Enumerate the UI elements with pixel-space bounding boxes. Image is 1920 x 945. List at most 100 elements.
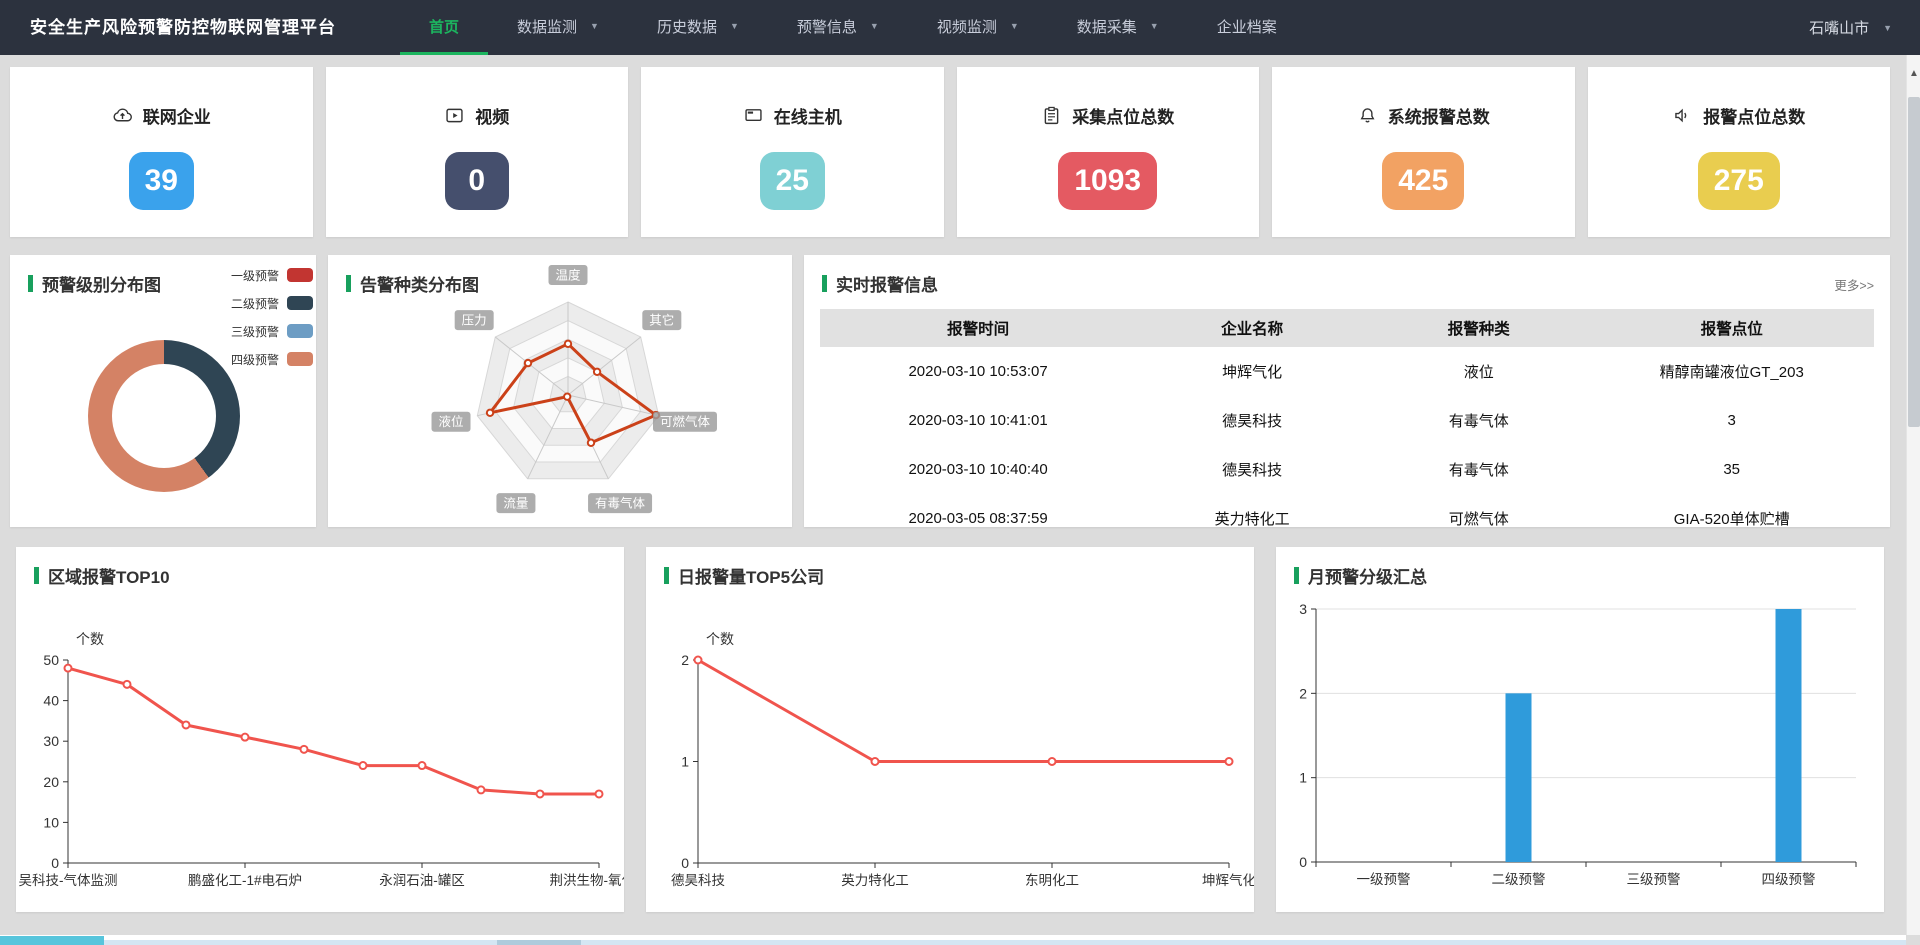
bar bbox=[1776, 609, 1802, 862]
panel-title-text: 日报警量TOP5公司 bbox=[678, 563, 824, 588]
chart-text: 英力特化工 bbox=[841, 872, 909, 888]
table-cell: 有毒气体 bbox=[1368, 445, 1589, 494]
chart-text: 坤辉气化 bbox=[1202, 873, 1254, 888]
legend-item[interactable]: 二级预警 bbox=[231, 289, 313, 317]
chart-text: 10 bbox=[43, 814, 59, 830]
city-selector[interactable]: 石嘴山市 ▼ bbox=[1809, 0, 1892, 55]
chart-text: 个数 bbox=[706, 631, 734, 647]
panel-realtime-alarms: 实时报警信息 更多>> 报警时间企业名称报警种类报警点位 2020-03-10 … bbox=[804, 255, 1890, 527]
stat-card-value-badge: 1093 bbox=[1058, 152, 1157, 210]
horizontal-scrollbar[interactable] bbox=[0, 935, 1906, 945]
chart-text: 2 bbox=[1299, 685, 1307, 701]
table-column-header: 企业名称 bbox=[1136, 309, 1368, 347]
warning-level-donut-chart bbox=[88, 340, 240, 492]
stat-card-alarm-points-total: 报警点位总数275 bbox=[1588, 67, 1891, 237]
nav-item-history-data[interactable]: 历史数据▼ bbox=[628, 0, 768, 55]
clipboard-icon bbox=[1041, 105, 1062, 126]
stat-card-system-alarms-total: 系统报警总数425 bbox=[1272, 67, 1575, 237]
table-cell: 英力特化工 bbox=[1136, 494, 1368, 527]
chart-text: 0 bbox=[681, 855, 689, 871]
nav-item-data-collect[interactable]: 数据采集▼ bbox=[1048, 0, 1188, 55]
panel-daily-top5: 日报警量TOP5公司 0 1 2 个数德昊科技 英力特化工 东明化工 坤辉气化 bbox=[646, 547, 1254, 912]
stat-card-value-badge: 0 bbox=[445, 152, 509, 210]
nav-item-data-monitor[interactable]: 数据监测▼ bbox=[488, 0, 628, 55]
chart-text: 2 bbox=[681, 652, 689, 668]
chevron-down-icon: ▼ bbox=[1010, 21, 1019, 31]
monthly-warning-level-chart: 0123一级预警二级预警三级预警四级预警 bbox=[1276, 547, 1884, 912]
table-cell: 3 bbox=[1589, 396, 1874, 445]
table-cell: 德昊科技 bbox=[1136, 445, 1368, 494]
realtime-alarm-table: 报警时间企业名称报警种类报警点位 2020-03-10 10:53:07坤辉气化… bbox=[820, 309, 1874, 527]
panel-alarm-type-radar: 告警种类分布图 温度其它可燃气体有毒气体流量液位压力 bbox=[328, 255, 792, 527]
stat-card-label: 在线主机 bbox=[774, 103, 842, 128]
dashboard-app: 安全生产风险预警防控物联网管理平台 首页数据监测▼历史数据▼预警信息▼视频监测▼… bbox=[0, 0, 1920, 945]
legend-label: 二级预警 bbox=[231, 295, 279, 312]
legend-item[interactable]: 四级预警 bbox=[231, 345, 313, 373]
speaker-icon bbox=[1672, 105, 1693, 126]
bell-icon bbox=[1357, 105, 1378, 126]
nav-item-home[interactable]: 首页 bbox=[400, 0, 488, 55]
chart-text: 1 bbox=[681, 754, 689, 770]
stat-card-collect-points-total: 采集点位总数1093 bbox=[957, 67, 1260, 237]
chart-text: 30 bbox=[43, 733, 59, 749]
chevron-down-icon: ▼ bbox=[1883, 23, 1892, 33]
chart-text: 永润石油-罐区 bbox=[379, 873, 465, 888]
chart-text: 德昊科技 bbox=[671, 873, 725, 888]
table-row: 2020-03-10 10:40:40德昊科技有毒气体35 bbox=[820, 445, 1874, 494]
nav-item-enterprise-archive[interactable]: 企业档案 bbox=[1188, 0, 1306, 55]
region-top10-chart: 01020304050个数吴科技-气体监测鹏盛化工-1#电石炉永润石油-罐区荆洪… bbox=[16, 547, 624, 912]
chart-text: 0 bbox=[51, 855, 59, 871]
panel-title-text: 月预警分级汇总 bbox=[1308, 563, 1427, 588]
stat-cards-row: 联网企业39视频0在线主机25采集点位总数1093系统报警总数425报警点位总数… bbox=[10, 67, 1890, 237]
table-cell: 2020-03-05 08:37:59 bbox=[820, 494, 1136, 527]
panel-title-text: 告警种类分布图 bbox=[360, 271, 479, 296]
chart-text: 吴科技-气体监测 bbox=[19, 873, 118, 888]
legend-swatch bbox=[287, 324, 313, 338]
scroll-up-icon[interactable]: ▲ bbox=[1907, 69, 1920, 79]
title-accent-bar bbox=[28, 275, 33, 292]
panel-monthly-warning-level: 月预警分级汇总 0123一级预警二级预警三级预警四级预警 bbox=[1276, 547, 1884, 912]
legend-label: 一级预警 bbox=[231, 267, 279, 284]
city-label: 石嘴山市 bbox=[1809, 17, 1869, 38]
chart-text: 40 bbox=[43, 693, 59, 709]
chevron-down-icon: ▼ bbox=[590, 21, 599, 31]
table-cell: 2020-03-10 10:53:07 bbox=[820, 347, 1136, 396]
table-cell: 35 bbox=[1589, 445, 1874, 494]
donut-hole bbox=[112, 364, 216, 468]
chevron-down-icon: ▼ bbox=[1150, 21, 1159, 31]
table-cell: 有毒气体 bbox=[1368, 396, 1589, 445]
legend-item[interactable]: 三级预警 bbox=[231, 317, 313, 345]
table-cell: 可燃气体 bbox=[1368, 494, 1589, 527]
top-navbar: 安全生产风险预警防控物联网管理平台 首页数据监测▼历史数据▼预警信息▼视频监测▼… bbox=[0, 0, 1920, 55]
chart-text: 二级预警 bbox=[1492, 872, 1546, 887]
video-play-icon bbox=[444, 105, 465, 126]
chart-text: 1 bbox=[1299, 770, 1307, 786]
horizontal-scrollbar-thumb[interactable] bbox=[497, 940, 581, 945]
legend-item[interactable]: 一级预警 bbox=[231, 261, 313, 289]
horizontal-scrollbar-accent bbox=[0, 936, 104, 945]
chart-text: 有毒气体 bbox=[595, 496, 646, 511]
nav-menu: 首页数据监测▼历史数据▼预警信息▼视频监测▼数据采集▼企业档案 bbox=[400, 0, 1306, 55]
chart-text: 个数 bbox=[76, 631, 104, 647]
nav-item-video-monitor[interactable]: 视频监测 ▼ bbox=[908, 0, 1048, 55]
stat-card-label: 视频 bbox=[475, 103, 509, 128]
more-link[interactable]: 更多>> bbox=[1834, 275, 1874, 294]
chart-text: 20 bbox=[43, 774, 59, 790]
chevron-down-icon: ▼ bbox=[730, 21, 739, 31]
vertical-scrollbar-thumb[interactable] bbox=[1908, 97, 1920, 427]
stat-card-label: 联网企业 bbox=[143, 103, 211, 128]
chart-text: 温度 bbox=[555, 268, 581, 283]
nav-item-warning-info[interactable]: 预警信息▼ bbox=[768, 0, 908, 55]
donut-legend: 一级预警二级预警三级预警四级预警 bbox=[231, 261, 313, 373]
table-cell: 精醇南罐液位GT_203 bbox=[1589, 347, 1874, 396]
chart-text: 东明化工 bbox=[1025, 873, 1079, 888]
nav-item-label: 企业档案 bbox=[1217, 16, 1277, 37]
table-cell: 液位 bbox=[1368, 347, 1589, 396]
title-accent-bar bbox=[822, 275, 827, 292]
stat-card-online-enterprises: 联网企业39 bbox=[10, 67, 313, 237]
vertical-scrollbar[interactable]: ▲ bbox=[1906, 55, 1920, 935]
table-row: 2020-03-05 08:37:59英力特化工可燃气体GIA-520单体贮槽 bbox=[820, 494, 1874, 527]
table-cell: 坤辉气化 bbox=[1136, 347, 1368, 396]
horizontal-scrollbar-track[interactable] bbox=[0, 940, 1906, 945]
nav-item-label: 视频监测 bbox=[937, 16, 997, 37]
